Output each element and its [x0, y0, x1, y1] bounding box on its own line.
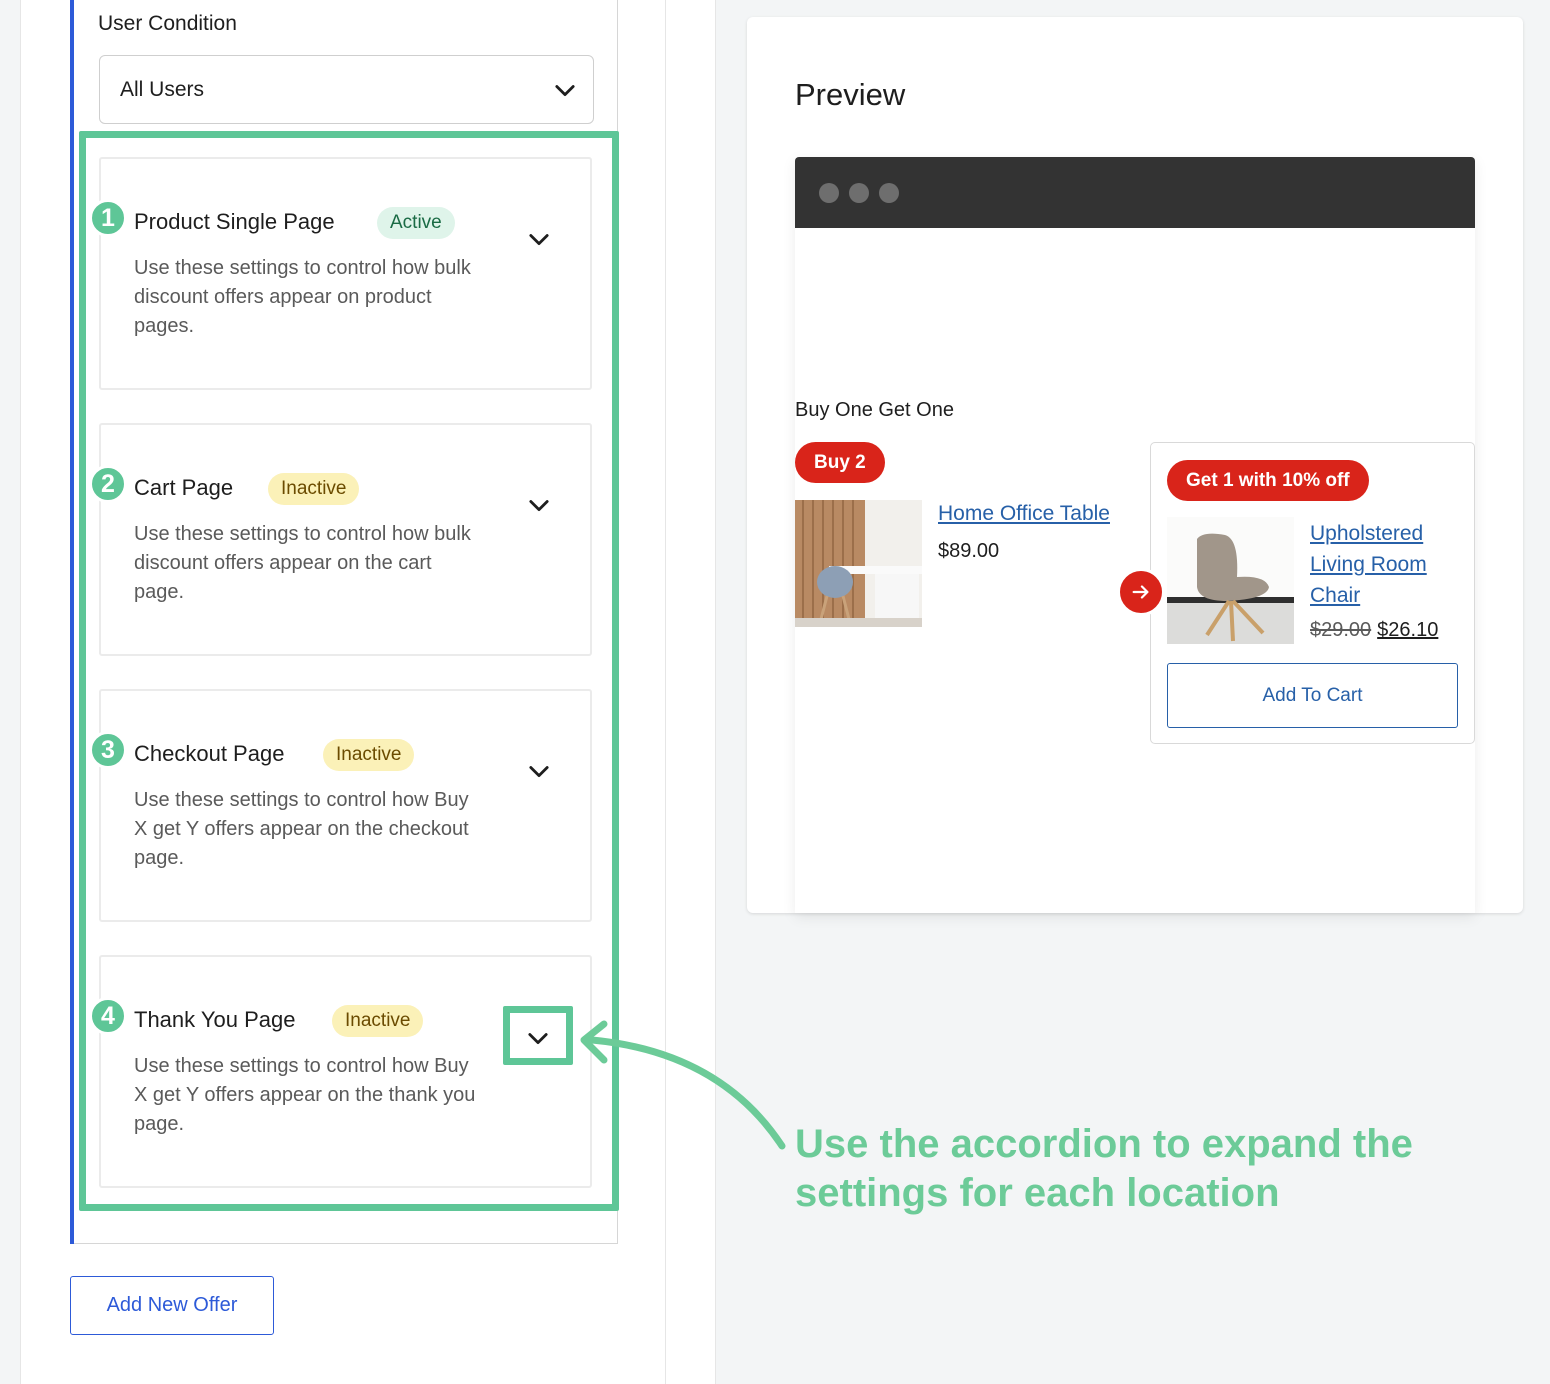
buy-badge: Buy 2	[795, 442, 885, 483]
get-offer-card: Get 1 with 10% off Upholstered Living Ro…	[1150, 442, 1475, 744]
get-badge: Get 1 with 10% off	[1167, 460, 1369, 501]
chair-image	[1167, 517, 1294, 644]
product-prices: $29.00 $26.10	[1310, 619, 1438, 642]
add-to-cart-button[interactable]: Add To Cart	[1167, 663, 1458, 728]
product-price: $89.00	[938, 540, 1000, 562]
old-price: $29.00	[1310, 619, 1372, 641]
window-dot-icon	[849, 183, 869, 203]
add-new-offer-button[interactable]: Add New Offer	[70, 1276, 274, 1335]
preview-title: Preview	[795, 77, 906, 112]
chevron-down-icon	[555, 85, 575, 97]
user-condition-value: All Users	[120, 78, 205, 101]
user-condition-label: User Condition	[98, 12, 237, 35]
callout-arrow-icon	[580, 1020, 786, 1150]
chevron-down-icon[interactable]	[524, 1024, 552, 1052]
new-price: $26.10	[1377, 619, 1439, 641]
user-condition-select[interactable]: All Users	[99, 55, 594, 124]
arrow-right-icon	[1117, 568, 1165, 616]
office-table-image	[795, 500, 922, 627]
product-link[interactable]: Upholstered Living Room Chair	[1310, 518, 1460, 611]
accordion-toggle-highlight[interactable]	[503, 1006, 573, 1065]
window-dot-icon	[879, 183, 899, 203]
window-dot-icon	[819, 183, 839, 203]
product-link[interactable]: Home Office Table	[938, 502, 1110, 526]
browser-title-bar	[795, 157, 1475, 228]
browser-mockup: Buy One Get One Buy 2 Home Office Table …	[795, 157, 1475, 913]
column-gutter	[666, 0, 716, 1384]
offer-title: Buy One Get One	[795, 399, 954, 421]
offer-accent-bar	[70, 0, 74, 1244]
preview-card: Preview Buy One Get One Buy 2 Home Offic…	[747, 17, 1523, 913]
annotation-callout: Use the accordion to expand the settings…	[795, 1122, 1413, 1215]
